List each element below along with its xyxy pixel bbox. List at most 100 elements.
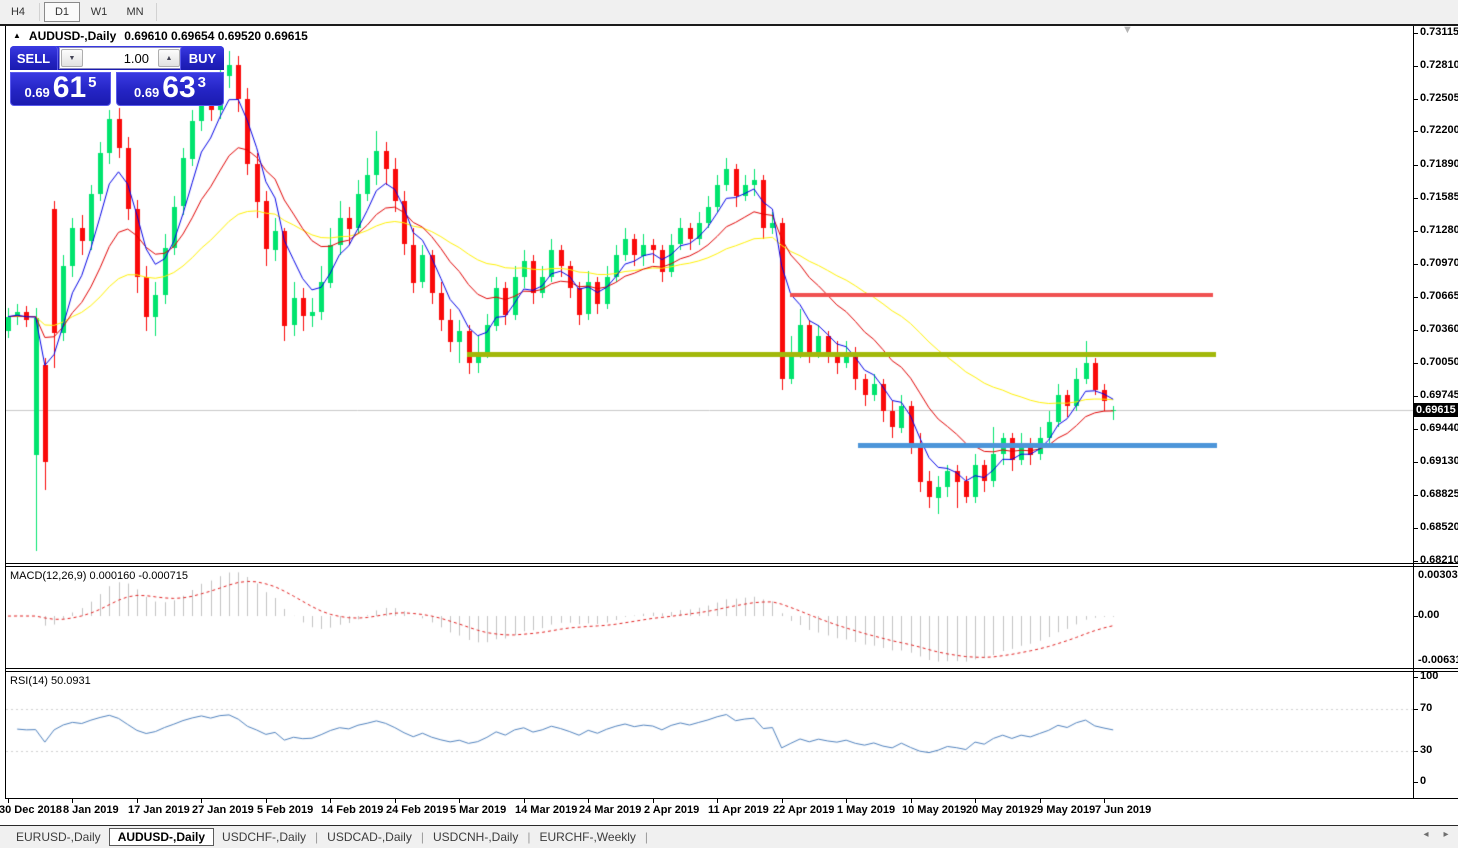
chart-shift-marker-icon[interactable]: ▼	[1122, 24, 1133, 36]
sell-price-sup: 5	[88, 74, 96, 91]
macd-indicator-canvas[interactable]	[6, 567, 1413, 667]
sell-button[interactable]: SELL	[10, 46, 58, 70]
date-axis-tick	[330, 799, 331, 803]
date-axis-label: 17 Jan 2019	[128, 804, 190, 816]
price-axis-tick	[1414, 462, 1418, 463]
panel-splitter[interactable]	[5, 563, 1458, 564]
chart-left-border	[5, 26, 6, 798]
price-axis-tick	[1414, 264, 1418, 265]
date-axis-tick	[524, 799, 525, 803]
price-axis-tick	[1414, 561, 1418, 562]
price-axis-tick	[1414, 198, 1418, 199]
tab-eurchf-weekly[interactable]: EURCHF-,Weekly	[531, 828, 643, 846]
price-axis-label: 0.68210	[1420, 554, 1458, 566]
volume-spinner: ▼ 1.00 ▲	[59, 47, 182, 69]
date-axis-label: 14 Feb 2019	[321, 804, 383, 816]
panel-splitter[interactable]	[5, 671, 1458, 672]
current-price-marker: 0.69615	[1414, 403, 1458, 417]
price-axis-tick	[1414, 131, 1418, 132]
date-axis-tick	[1040, 799, 1041, 803]
date-axis-tick	[717, 799, 718, 803]
date-axis-tick	[8, 799, 9, 803]
panel-splitter[interactable]	[5, 566, 1458, 567]
timeframe-toolbar: H4 D1 W1 MN	[0, 0, 1458, 26]
tab-scroll-right-icon[interactable]: ▸	[1440, 829, 1452, 840]
rsi-label: RSI(14) 50.0931	[10, 675, 91, 687]
date-axis-tick	[653, 799, 654, 803]
price-axis-tick	[1414, 495, 1418, 496]
date-axis-label: 22 Apr 2019	[773, 804, 834, 816]
price-axis-label: 0.72505	[1420, 92, 1458, 104]
toolbar-separator	[39, 3, 40, 21]
date-axis-label: 14 Mar 2019	[515, 804, 577, 816]
date-axis-tick	[911, 799, 912, 803]
rsi-axis-tick	[1414, 677, 1418, 678]
timeframe-h4-button[interactable]: H4	[1, 3, 35, 21]
tab-separator: |	[644, 830, 649, 844]
price-axis-label: 0.69440	[1420, 422, 1458, 434]
date-axis-label: 8 Jan 2019	[63, 804, 119, 816]
rsi-axis-label: 70	[1420, 702, 1432, 714]
macd-label: MACD(12,26,9) 0.000160 -0.000715	[10, 570, 188, 582]
date-axis-label: 10 May 2019	[902, 804, 966, 816]
tab-audusd-daily[interactable]: AUDUSD-,Daily	[109, 828, 214, 846]
timeframe-d1-button[interactable]: D1	[44, 2, 80, 22]
buy-price-base: 0.69	[134, 85, 159, 100]
date-axis-label: 24 Feb 2019	[386, 804, 448, 816]
timeframe-w1-button[interactable]: W1	[82, 3, 116, 21]
rsi-axis-label: 100	[1420, 670, 1438, 682]
chart-window: ▲ AUDUSD-,Daily 0.69610 0.69654 0.69520 …	[0, 26, 1458, 825]
price-axis-tick	[1414, 330, 1418, 331]
volume-input[interactable]: 1.00	[84, 51, 157, 66]
date-axis-tick	[137, 799, 138, 803]
sell-price-base: 0.69	[24, 85, 49, 100]
date-axis-label: 27 Jan 2019	[192, 804, 254, 816]
date-axis-line	[5, 798, 1458, 799]
date-axis-tick	[846, 799, 847, 803]
panel-splitter[interactable]	[5, 668, 1458, 669]
tab-usdchf-daily[interactable]: USDCHF-,Daily	[214, 828, 314, 846]
price-axis-tick	[1414, 396, 1418, 397]
tab-usdcnh-daily[interactable]: USDCNH-,Daily	[425, 828, 526, 846]
volume-increase-button[interactable]: ▲	[158, 49, 180, 67]
main-chart-canvas[interactable]	[6, 26, 1413, 563]
tab-eurusd-daily[interactable]: EURUSD-,Daily	[8, 828, 109, 846]
price-axis-label: 0.69130	[1420, 455, 1458, 467]
price-axis-label: 0.70970	[1420, 257, 1458, 269]
date-axis-tick	[72, 799, 73, 803]
volume-decrease-button[interactable]: ▼	[61, 49, 83, 67]
date-axis-label: 2 Apr 2019	[644, 804, 699, 816]
tab-usdcad-daily[interactable]: USDCAD-,Daily	[319, 828, 420, 846]
spin-up-icon: ▲	[166, 55, 173, 62]
buy-price-box[interactable]: 0.69 63 3	[116, 72, 224, 106]
price-axis-label: 0.72200	[1420, 124, 1458, 136]
sell-price-box[interactable]: 0.69 61 5	[10, 72, 111, 106]
chart-tab-bar: EURUSD-,Daily AUDUSD-,Daily USDCHF-,Dail…	[0, 825, 1458, 848]
price-axis-tick	[1414, 231, 1418, 232]
rsi-axis-tick	[1414, 782, 1418, 783]
price-axis-label: 0.73115	[1420, 26, 1458, 38]
timeframe-mn-button[interactable]: MN	[118, 3, 152, 21]
rsi-axis-tick	[1414, 709, 1418, 710]
spin-down-icon: ▼	[69, 55, 76, 62]
price-axis-label: 0.68825	[1420, 488, 1458, 500]
date-axis-tick	[1104, 799, 1105, 803]
price-axis-tick	[1414, 165, 1418, 166]
date-axis-label: 20 May 2019	[966, 804, 1030, 816]
price-axis-tick	[1414, 66, 1418, 67]
price-axis-label: 0.69745	[1420, 389, 1458, 401]
buy-button[interactable]: BUY	[180, 46, 224, 70]
toolbar-separator	[156, 3, 157, 21]
date-axis-label: 1 May 2019	[837, 804, 895, 816]
price-axis-label: 0.70665	[1420, 290, 1458, 302]
tab-scroll-left-icon[interactable]: ◂	[1420, 829, 1432, 840]
price-axis-label: 0.72810	[1420, 59, 1458, 71]
date-axis-label: 7 Jun 2019	[1095, 804, 1151, 816]
rsi-axis-label: 0	[1420, 775, 1426, 787]
price-axis-label: 0.70360	[1420, 323, 1458, 335]
price-axis-tick	[1414, 297, 1418, 298]
chart-symbol-label: AUDUSD-,Daily	[29, 29, 116, 43]
rsi-indicator-canvas[interactable]	[6, 672, 1413, 797]
date-axis-tick	[459, 799, 460, 803]
one-click-trading-panel: SELL ▼ 1.00 ▲ BUY 0.69 61 5 0.69 63 3	[10, 46, 224, 106]
